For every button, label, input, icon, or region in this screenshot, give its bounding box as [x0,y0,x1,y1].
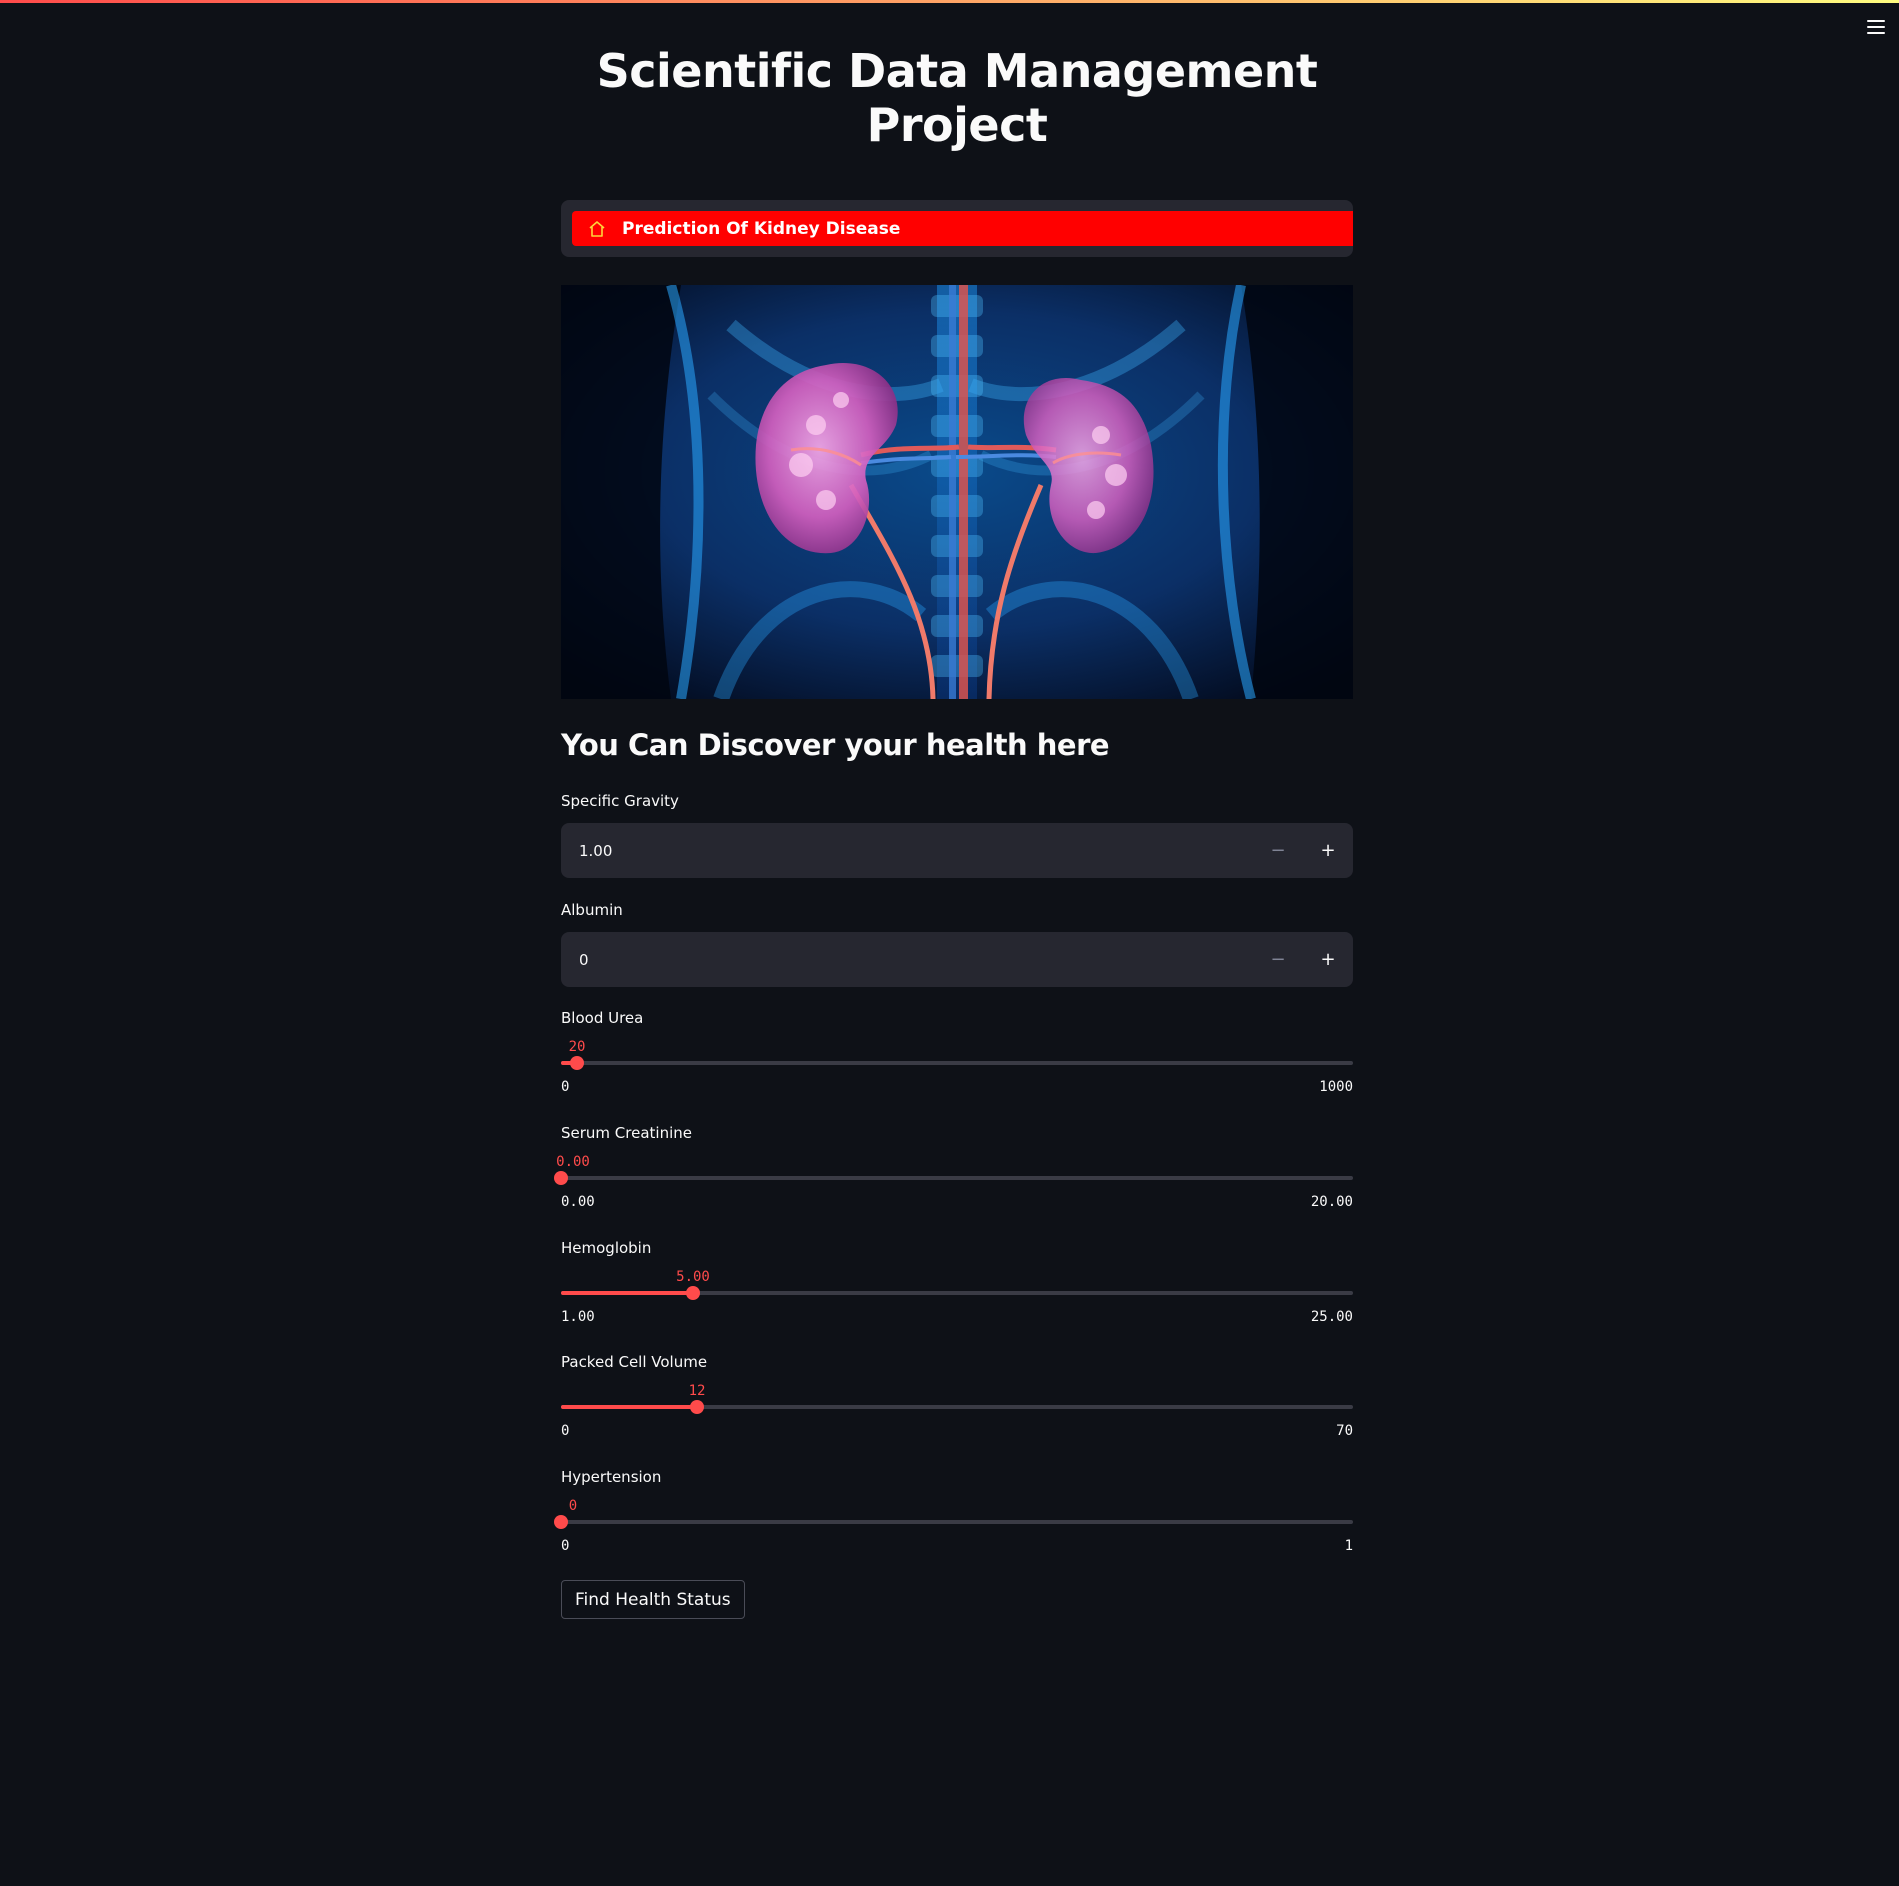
blood-urea-label: Blood Urea [561,1009,644,1027]
slider-current-value: 0 [568,1498,578,1514]
slider-track[interactable] [554,1515,1353,1529]
slider-max-label: 1 [1344,1538,1353,1554]
find-health-status-button[interactable]: Find Health Status [561,1580,745,1619]
albumin-label: Albumin [561,901,623,919]
page-title: Scientific Data Management Project [596,44,1318,152]
slider-thumb[interactable] [690,1400,704,1414]
option-menu: Prediction Of Kidney Disease [561,200,1353,257]
slider-thumb[interactable] [686,1286,700,1300]
section-heading: You Can Discover your health here [561,728,1110,762]
packed-cell-volume-label: Packed Cell Volume [561,1353,708,1371]
slider-min-label: 1.00 [561,1309,595,1325]
kidney-illustration-image [561,285,1353,699]
specific-gravity-increment-button[interactable]: + [1303,823,1353,878]
specific-gravity-label: Specific Gravity [561,792,679,810]
slider-min-label: 0 [561,1423,570,1439]
slider-track[interactable] [561,1286,1353,1300]
albumin-increment-button[interactable]: + [1303,932,1353,987]
slider-current-value: 0.00 [556,1154,590,1170]
slider-track[interactable] [561,1056,1353,1070]
hypertension-label: Hypertension [561,1468,662,1486]
hypertension-slider[interactable]: 0 0 1 [554,1498,1353,1568]
slider-fill [561,1291,693,1295]
hemoglobin-label: Hemoglobin [561,1239,652,1257]
slider-thumb[interactable] [554,1515,568,1529]
slider-track[interactable] [561,1400,1353,1414]
specific-gravity-decrement-button[interactable]: − [1253,823,1303,878]
header-decoration [0,0,1899,3]
slider-min-label: 0 [561,1079,570,1095]
packed-cell-volume-slider[interactable]: 12 0 70 [561,1383,1353,1453]
slider-current-value: 12 [688,1383,706,1399]
slider-max-label: 25.00 [1310,1309,1353,1325]
slider-max-label: 70 [1336,1423,1353,1439]
specific-gravity-value[interactable]: 1.00 [561,842,1253,860]
slider-fill [561,1405,697,1409]
slider-min-label: 0.00 [561,1194,595,1210]
hemoglobin-slider[interactable]: 5.00 1.00 25.00 [561,1269,1353,1339]
slider-thumb[interactable] [554,1171,568,1185]
blood-urea-slider[interactable]: 20 0 1000 [561,1039,1353,1109]
slider-min-label: 0 [561,1538,570,1554]
slider-max-label: 1000 [1319,1079,1353,1095]
albumin-decrement-button[interactable]: − [1253,932,1303,987]
hamburger-menu-icon[interactable] [1867,20,1885,34]
slider-current-value: 5.00 [676,1269,710,1285]
serum-creatinine-label: Serum Creatinine [561,1124,692,1142]
slider-thumb[interactable] [570,1056,584,1070]
albumin-value[interactable]: 0 [561,951,1253,969]
albumin-input[interactable]: 0 − + [561,932,1353,987]
nav-item-label: Prediction Of Kidney Disease [622,218,901,239]
house-icon [588,220,606,238]
slider-track[interactable] [554,1171,1353,1185]
specific-gravity-input[interactable]: 1.00 − + [561,823,1353,878]
slider-current-value: 20 [568,1039,586,1055]
nav-item-prediction[interactable]: Prediction Of Kidney Disease [572,211,1353,246]
slider-max-label: 20.00 [1310,1194,1353,1210]
serum-creatinine-slider[interactable]: 0.00 0.00 20.00 [554,1154,1353,1224]
